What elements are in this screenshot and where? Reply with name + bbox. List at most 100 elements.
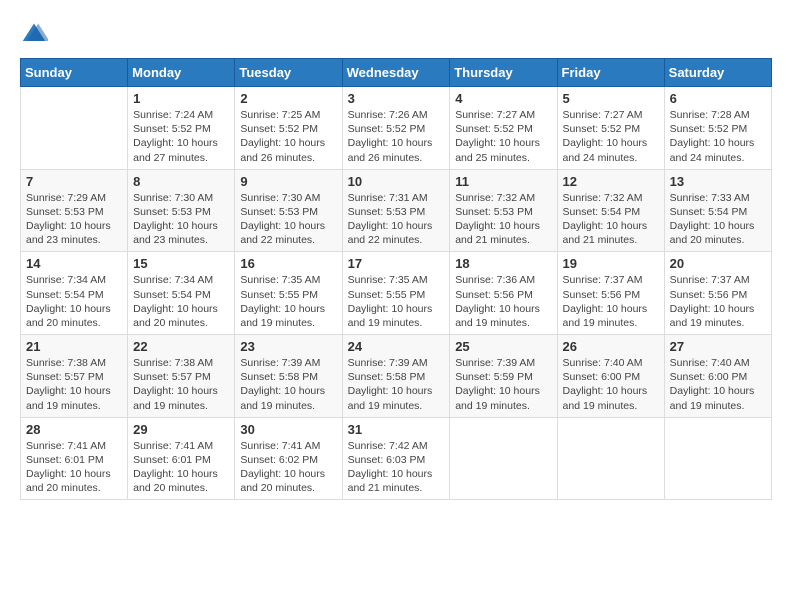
day-info: Sunrise: 7:27 AM Sunset: 5:52 PM Dayligh…	[563, 108, 659, 165]
day-info: Sunrise: 7:28 AM Sunset: 5:52 PM Dayligh…	[670, 108, 766, 165]
day-number: 22	[133, 339, 229, 354]
day-number: 12	[563, 174, 659, 189]
day-number: 16	[240, 256, 336, 271]
day-cell: 10 Sunrise: 7:31 AM Sunset: 5:53 PM Dayli…	[342, 169, 450, 252]
day-cell: 11 Sunrise: 7:32 AM Sunset: 5:53 PM Dayli…	[450, 169, 557, 252]
day-info: Sunrise: 7:30 AM Sunset: 5:53 PM Dayligh…	[240, 191, 336, 248]
day-cell: 23 Sunrise: 7:39 AM Sunset: 5:58 PM Dayli…	[235, 335, 342, 418]
week-row-1: 1 Sunrise: 7:24 AM Sunset: 5:52 PM Daylig…	[21, 87, 772, 170]
day-number: 13	[670, 174, 766, 189]
header-cell-monday: Monday	[128, 59, 235, 87]
calendar-table: SundayMondayTuesdayWednesdayThursdayFrid…	[20, 58, 772, 500]
day-number: 9	[240, 174, 336, 189]
day-number: 1	[133, 91, 229, 106]
day-number: 30	[240, 422, 336, 437]
calendar-header-row: SundayMondayTuesdayWednesdayThursdayFrid…	[21, 59, 772, 87]
header-cell-friday: Friday	[557, 59, 664, 87]
day-number: 31	[348, 422, 445, 437]
day-cell: 19 Sunrise: 7:37 AM Sunset: 5:56 PM Dayli…	[557, 252, 664, 335]
day-cell: 15 Sunrise: 7:34 AM Sunset: 5:54 PM Dayli…	[128, 252, 235, 335]
header-cell-saturday: Saturday	[664, 59, 771, 87]
day-cell: 9 Sunrise: 7:30 AM Sunset: 5:53 PM Daylig…	[235, 169, 342, 252]
day-cell: 22 Sunrise: 7:38 AM Sunset: 5:57 PM Dayli…	[128, 335, 235, 418]
day-number: 10	[348, 174, 445, 189]
day-info: Sunrise: 7:35 AM Sunset: 5:55 PM Dayligh…	[240, 273, 336, 330]
day-cell: 20Sunrise: 7:37 AM Sunset: 5:56 PM Dayli…	[664, 252, 771, 335]
day-number: 25	[455, 339, 551, 354]
day-info: Sunrise: 7:24 AM Sunset: 5:52 PM Dayligh…	[133, 108, 229, 165]
day-cell: 25 Sunrise: 7:39 AM Sunset: 5:59 PM Dayli…	[450, 335, 557, 418]
day-cell: 7 Sunrise: 7:29 AM Sunset: 5:53 PM Daylig…	[21, 169, 128, 252]
logo	[20, 20, 54, 48]
day-info: Sunrise: 7:32 AM Sunset: 5:53 PM Dayligh…	[455, 191, 551, 248]
day-info: Sunrise: 7:26 AM Sunset: 5:52 PM Dayligh…	[348, 108, 445, 165]
header-cell-sunday: Sunday	[21, 59, 128, 87]
day-cell: 18 Sunrise: 7:36 AM Sunset: 5:56 PM Dayli…	[450, 252, 557, 335]
day-number: 23	[240, 339, 336, 354]
day-number: 24	[348, 339, 445, 354]
day-cell: 31 Sunrise: 7:42 AM Sunset: 6:03 PM Dayli…	[342, 417, 450, 500]
day-cell: 5 Sunrise: 7:27 AM Sunset: 5:52 PM Daylig…	[557, 87, 664, 170]
day-info: Sunrise: 7:38 AM Sunset: 5:57 PM Dayligh…	[133, 356, 229, 413]
logo-icon	[20, 20, 48, 48]
day-info: Sunrise: 7:41 AM Sunset: 6:01 PM Dayligh…	[26, 439, 122, 496]
day-cell	[450, 417, 557, 500]
day-cell: 3Sunrise: 7:26 AM Sunset: 5:52 PM Daylig…	[342, 87, 450, 170]
day-info: Sunrise: 7:34 AM Sunset: 5:54 PM Dayligh…	[133, 273, 229, 330]
day-number: 5	[563, 91, 659, 106]
day-info: Sunrise: 7:39 AM Sunset: 5:58 PM Dayligh…	[240, 356, 336, 413]
day-number: 27	[670, 339, 766, 354]
day-cell: 28 Sunrise: 7:41 AM Sunset: 6:01 PM Dayli…	[21, 417, 128, 500]
day-info: Sunrise: 7:29 AM Sunset: 5:53 PM Dayligh…	[26, 191, 122, 248]
day-number: 4	[455, 91, 551, 106]
day-number: 8	[133, 174, 229, 189]
day-cell: 17 Sunrise: 7:35 AM Sunset: 5:55 PM Dayli…	[342, 252, 450, 335]
week-row-5: 28 Sunrise: 7:41 AM Sunset: 6:01 PM Dayli…	[21, 417, 772, 500]
week-row-3: 14Sunrise: 7:34 AM Sunset: 5:54 PM Dayli…	[21, 252, 772, 335]
day-number: 18	[455, 256, 551, 271]
day-info: Sunrise: 7:39 AM Sunset: 5:58 PM Dayligh…	[348, 356, 445, 413]
day-info: Sunrise: 7:32 AM Sunset: 5:54 PM Dayligh…	[563, 191, 659, 248]
calendar-body: 1 Sunrise: 7:24 AM Sunset: 5:52 PM Daylig…	[21, 87, 772, 500]
day-info: Sunrise: 7:38 AM Sunset: 5:57 PM Dayligh…	[26, 356, 122, 413]
day-info: Sunrise: 7:42 AM Sunset: 6:03 PM Dayligh…	[348, 439, 445, 496]
day-info: Sunrise: 7:40 AM Sunset: 6:00 PM Dayligh…	[670, 356, 766, 413]
day-number: 7	[26, 174, 122, 189]
day-cell: 4 Sunrise: 7:27 AM Sunset: 5:52 PM Daylig…	[450, 87, 557, 170]
day-cell: 24 Sunrise: 7:39 AM Sunset: 5:58 PM Dayli…	[342, 335, 450, 418]
day-number: 11	[455, 174, 551, 189]
day-info: Sunrise: 7:31 AM Sunset: 5:53 PM Dayligh…	[348, 191, 445, 248]
day-info: Sunrise: 7:25 AM Sunset: 5:52 PM Dayligh…	[240, 108, 336, 165]
day-info: Sunrise: 7:41 AM Sunset: 6:01 PM Dayligh…	[133, 439, 229, 496]
header-cell-thursday: Thursday	[450, 59, 557, 87]
day-number: 26	[563, 339, 659, 354]
day-info: Sunrise: 7:39 AM Sunset: 5:59 PM Dayligh…	[455, 356, 551, 413]
day-cell: 8 Sunrise: 7:30 AM Sunset: 5:53 PM Daylig…	[128, 169, 235, 252]
day-cell: 1 Sunrise: 7:24 AM Sunset: 5:52 PM Daylig…	[128, 87, 235, 170]
week-row-2: 7 Sunrise: 7:29 AM Sunset: 5:53 PM Daylig…	[21, 169, 772, 252]
day-info: Sunrise: 7:41 AM Sunset: 6:02 PM Dayligh…	[240, 439, 336, 496]
day-cell: 21Sunrise: 7:38 AM Sunset: 5:57 PM Dayli…	[21, 335, 128, 418]
day-info: Sunrise: 7:34 AM Sunset: 5:54 PM Dayligh…	[26, 273, 122, 330]
day-info: Sunrise: 7:33 AM Sunset: 5:54 PM Dayligh…	[670, 191, 766, 248]
day-number: 2	[240, 91, 336, 106]
day-number: 6	[670, 91, 766, 106]
day-number: 28	[26, 422, 122, 437]
day-cell: 6 Sunrise: 7:28 AM Sunset: 5:52 PM Daylig…	[664, 87, 771, 170]
day-info: Sunrise: 7:37 AM Sunset: 5:56 PM Dayligh…	[670, 273, 766, 330]
day-cell: 27 Sunrise: 7:40 AM Sunset: 6:00 PM Dayli…	[664, 335, 771, 418]
day-info: Sunrise: 7:36 AM Sunset: 5:56 PM Dayligh…	[455, 273, 551, 330]
header-cell-wednesday: Wednesday	[342, 59, 450, 87]
day-cell	[557, 417, 664, 500]
day-number: 17	[348, 256, 445, 271]
day-number: 19	[563, 256, 659, 271]
day-cell: 16 Sunrise: 7:35 AM Sunset: 5:55 PM Dayli…	[235, 252, 342, 335]
day-number: 15	[133, 256, 229, 271]
day-info: Sunrise: 7:37 AM Sunset: 5:56 PM Dayligh…	[563, 273, 659, 330]
day-cell: 14Sunrise: 7:34 AM Sunset: 5:54 PM Dayli…	[21, 252, 128, 335]
day-info: Sunrise: 7:35 AM Sunset: 5:55 PM Dayligh…	[348, 273, 445, 330]
day-info: Sunrise: 7:27 AM Sunset: 5:52 PM Dayligh…	[455, 108, 551, 165]
day-cell: 29Sunrise: 7:41 AM Sunset: 6:01 PM Dayli…	[128, 417, 235, 500]
day-cell: 26Sunrise: 7:40 AM Sunset: 6:00 PM Dayli…	[557, 335, 664, 418]
day-info: Sunrise: 7:30 AM Sunset: 5:53 PM Dayligh…	[133, 191, 229, 248]
